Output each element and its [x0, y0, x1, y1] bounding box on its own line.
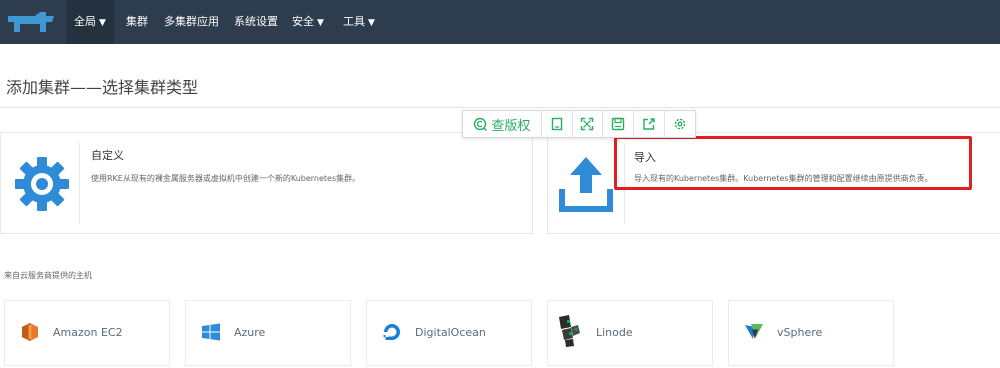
- gear-icon: [15, 157, 69, 211]
- provider-vsphere[interactable]: vSphere: [728, 300, 894, 366]
- card-custom-title: 自定义: [91, 149, 124, 162]
- nav-item-multi-cluster-apps[interactable]: 多集群应用: [164, 0, 219, 44]
- copyright-search-icon: [474, 117, 488, 131]
- share-icon: [643, 118, 655, 130]
- nav-item-multi-cluster-apps-label: 多集群应用: [164, 15, 219, 28]
- card-custom-description: 使用RKE从现有的裸金属服务器或虚拟机中创建一个新的Kubernetes集群。: [91, 174, 361, 183]
- provider-azure-label: Azure: [234, 326, 266, 339]
- vsphere-icon: [745, 324, 763, 339]
- settings-icon: [674, 118, 686, 130]
- provider-amazon-ec2-label: Amazon EC2: [53, 326, 123, 339]
- azure-icon: [202, 323, 220, 341]
- nav-item-clusters[interactable]: 集群: [126, 0, 148, 44]
- cluster-type-custom-card[interactable]: 自定义 使用RKE从现有的裸金属服务器或虚拟机中创建一个新的Kubernetes…: [0, 132, 533, 234]
- nav-item-global-label: 全局: [74, 15, 96, 28]
- provider-linode-label: Linode: [596, 326, 633, 339]
- floating-toolbar: 查版权: [462, 110, 696, 138]
- upload-icon: [559, 157, 613, 212]
- linode-icon: [559, 315, 580, 347]
- nav-item-settings[interactable]: 系统设置: [234, 0, 278, 44]
- fullscreen-icon: [581, 117, 594, 131]
- copyright-check-label: 查版权: [491, 118, 531, 134]
- chevron-down-icon: ▼: [99, 18, 106, 28]
- amazon-ec2-icon: [22, 323, 38, 341]
- top-nav: 全局 ▼ 集群 多集群应用 系统设置 安全 ▼ 工具 ▼: [0, 0, 1000, 44]
- save-button[interactable]: [603, 111, 635, 137]
- provider-digitalocean[interactable]: DigitalOcean: [366, 300, 532, 366]
- nav-item-settings-label: 系统设置: [234, 15, 278, 28]
- nav-item-clusters-label: 集群: [126, 15, 148, 28]
- settings-button[interactable]: [665, 111, 695, 137]
- chevron-down-icon: ▼: [368, 18, 375, 28]
- nav-item-security-label: 安全: [292, 15, 314, 28]
- fullscreen-button[interactable]: [573, 111, 604, 137]
- save-icon: [612, 117, 625, 131]
- provider-vsphere-label: vSphere: [777, 326, 823, 339]
- digitalocean-icon: [383, 324, 400, 340]
- providers-section-label: 来自云服务商提供的主机: [4, 271, 92, 280]
- chevron-down-icon: ▼: [317, 18, 324, 28]
- page-icon: [551, 117, 562, 131]
- nav-item-security[interactable]: 安全 ▼: [292, 0, 324, 44]
- nav-item-tools[interactable]: 工具 ▼: [343, 0, 375, 44]
- provider-digitalocean-label: DigitalOcean: [415, 326, 486, 339]
- provider-amazon-ec2[interactable]: Amazon EC2: [4, 300, 170, 366]
- rancher-logo[interactable]: [6, 10, 58, 36]
- nav-item-tools-label: 工具: [343, 15, 365, 28]
- share-button[interactable]: [634, 111, 666, 137]
- highlight-annotation-box: [614, 136, 972, 190]
- card-divider: [79, 143, 80, 223]
- page-button[interactable]: [542, 111, 573, 137]
- copyright-check-button[interactable]: 查版权: [463, 111, 542, 137]
- provider-linode[interactable]: Linode: [547, 300, 713, 366]
- page-title: 添加集群——选择集群类型: [6, 78, 199, 97]
- nav-item-global[interactable]: 全局 ▼: [66, 0, 114, 44]
- title-divider: [0, 107, 1000, 108]
- provider-azure[interactable]: Azure: [185, 300, 351, 366]
